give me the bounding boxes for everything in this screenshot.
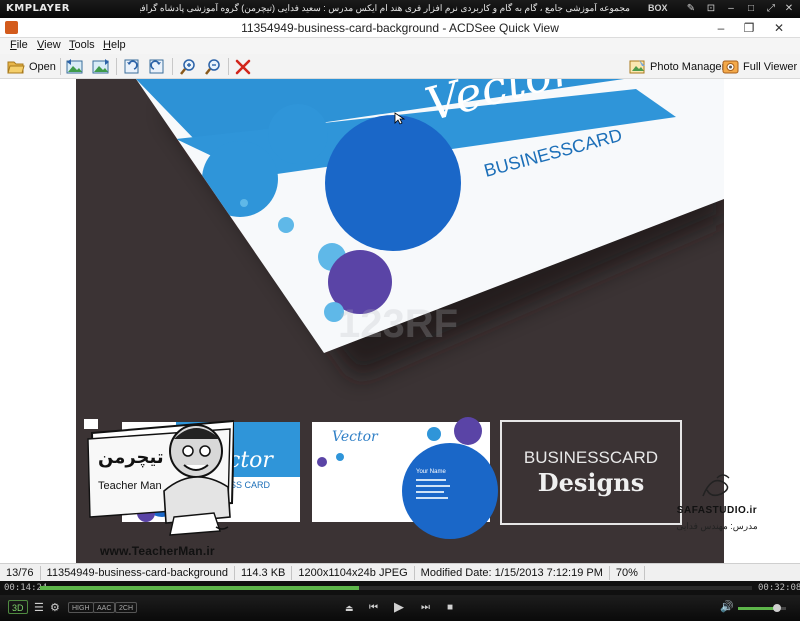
previous-image-icon — [66, 59, 83, 74]
zoom-out-icon — [205, 58, 220, 75]
status-filesize: 114.3 KB — [235, 565, 293, 580]
zoom-in-button[interactable] — [179, 57, 197, 76]
seek-progress — [40, 586, 359, 590]
menu-bar: File View Tools Help — [0, 38, 800, 54]
thumbnail-2: Vector Your Name — [312, 417, 498, 539]
teacherman-logo-text: تیچرمن — [98, 447, 164, 468]
full-viewer-label: Full Viewer — [743, 60, 798, 73]
playlist-icon[interactable]: ☰ — [34, 602, 44, 614]
acdsee-window: 11354949-business-card-background - ACDS… — [0, 18, 800, 581]
photo-manager-label: Photo Manager — [650, 60, 726, 73]
seek-bar[interactable] — [40, 586, 752, 590]
speaker-icon[interactable]: 🔊 — [720, 601, 734, 613]
pin-icon[interactable]: ✎ — [684, 2, 698, 16]
kmplayer-video-title: مجموعه آموزشی جامع ، گام به گام و کاربرد… — [140, 3, 630, 13]
fullscreen-icon[interactable]: ⤢ — [764, 2, 778, 16]
menu-view[interactable]: View — [37, 39, 61, 51]
rotate-left-button[interactable] — [123, 57, 140, 76]
eject-icon[interactable]: ⏏ — [345, 602, 354, 614]
safastudio-url: SAFASTUDIO.ir — [676, 505, 758, 516]
window-close-button[interactable]: ✕ — [768, 20, 790, 36]
window-minimize-button[interactable]: – — [710, 20, 732, 36]
volume-slider[interactable] — [738, 604, 786, 612]
play-icon[interactable]: ▶ — [394, 600, 404, 613]
svg-text:ctor: ctor — [228, 448, 274, 473]
stop-icon[interactable]: ■ — [447, 602, 453, 614]
close-icon[interactable]: ✕ — [782, 2, 796, 16]
window-restore-button[interactable]: ❐ — [738, 20, 760, 36]
teacherman-name: Teacher Man — [98, 480, 162, 492]
rotate-left-icon — [124, 59, 139, 74]
safastudio-logo-icon — [702, 474, 730, 497]
teacherman-url: www.TeacherMan.ir — [100, 544, 215, 558]
toolbar-separator — [60, 58, 61, 75]
menu-help[interactable]: Help — [103, 39, 126, 51]
status-index: 13/76 — [0, 565, 41, 580]
toolbar-separator — [228, 58, 229, 75]
3d-button[interactable]: 3D — [8, 600, 28, 614]
rotate-right-icon — [149, 59, 164, 74]
acdsee-title-bar: 11354949-business-card-background - ACDS… — [0, 18, 800, 38]
thumbnail-2-name: Your Name — [416, 469, 446, 475]
previous-image-button[interactable] — [66, 57, 84, 76]
audio-codec-badge[interactable]: AAC — [93, 602, 116, 613]
next-image-icon — [92, 59, 109, 74]
status-filename: 11354949-business-card-background — [41, 565, 235, 580]
teacherman-caricature-logo: تیچرمن Teacher Man — [84, 419, 236, 536]
thumbnail-3: BUSINESSCARD Designs — [500, 420, 682, 525]
status-modified-date: Modified Date: 1/15/2013 7:12:19 PM — [415, 565, 610, 580]
open-button[interactable]: Open — [7, 57, 56, 76]
volume-level — [738, 607, 778, 610]
delete-button[interactable] — [235, 57, 251, 76]
delete-icon — [235, 59, 251, 74]
menu-file[interactable]: File — [10, 39, 28, 51]
teacherman-logo: تیچرمن Teacher Man — [84, 399, 236, 549]
zoom-out-button[interactable] — [204, 57, 222, 76]
toolbar-separator — [172, 58, 173, 75]
open-label: Open — [29, 60, 56, 73]
folder-open-icon — [7, 61, 25, 73]
previous-track-icon[interactable]: ⏮ — [369, 602, 378, 614]
toolbar-separator — [116, 58, 117, 75]
settings-gear-icon[interactable]: ⚙ — [50, 602, 60, 614]
thumbnail-2-heading: Vector — [332, 429, 379, 445]
total-time: 00:32:08 — [758, 583, 800, 593]
full-viewer-icon — [722, 60, 739, 73]
zoom-in-icon — [180, 58, 195, 75]
svg-text:SS CARD: SS CARD — [230, 480, 271, 490]
rotate-right-button[interactable] — [148, 57, 165, 76]
safastudio-watermark: SAFASTUDIO.ir مدرس: مهندس فدایی — [662, 472, 772, 532]
full-viewer-button[interactable]: Full Viewer — [722, 57, 797, 76]
kmplayer-box-button[interactable]: BOX — [648, 3, 668, 13]
thumbnail-3-title: BUSINESSCARD — [524, 448, 658, 467]
quality-badge[interactable]: HIGH — [68, 602, 94, 613]
menu-tools[interactable]: Tools — [69, 39, 95, 51]
stock-watermark: 123RF — [338, 302, 458, 346]
photo-manager-button[interactable]: Photo Manager — [629, 57, 725, 76]
photo-manager-icon — [629, 59, 645, 73]
next-track-icon[interactable]: ⏭ — [421, 602, 430, 614]
maximize-icon[interactable]: □ — [744, 2, 758, 16]
volume-knob[interactable] — [773, 604, 782, 612]
minimize-icon[interactable]: – — [724, 2, 738, 16]
kmplayer-seek-area: 00:14:24 00:32:08 — [0, 581, 800, 595]
kmplayer-logo: KMPLAYER — [6, 3, 70, 14]
toolbar: Open Photo Manager Full Viewer — [0, 54, 800, 79]
next-image-button[interactable] — [92, 57, 110, 76]
kmplayer-title-bar: KMPLAYER مجموعه آموزشی جامع ، گام به گام… — [0, 0, 800, 18]
thumbnail-3-subtitle: Designs — [538, 468, 644, 497]
status-dimensions: 1200x1104x24b JPEG — [292, 565, 415, 580]
window-title: 11354949-business-card-background - ACDS… — [241, 21, 559, 35]
safastudio-teacher-text: مدرس: مهندس فدایی — [676, 521, 758, 531]
kmplayer-control-bar: 3D ☰ ⚙ HIGH AAC 2CH ⏏ ⏮ ▶ ⏭ ■ 🔊 — [0, 595, 800, 621]
minimize-to-tray-icon[interactable]: ⊡ — [704, 2, 718, 16]
audio-channel-badge[interactable]: 2CH — [115, 602, 138, 613]
status-bar: 13/76 11354949-business-card-background … — [0, 563, 800, 581]
status-zoom: 70% — [610, 565, 645, 580]
image-viewer[interactable]: Vector BUSINESSCARD 123RF ctor SS CARD V… — [0, 79, 800, 563]
